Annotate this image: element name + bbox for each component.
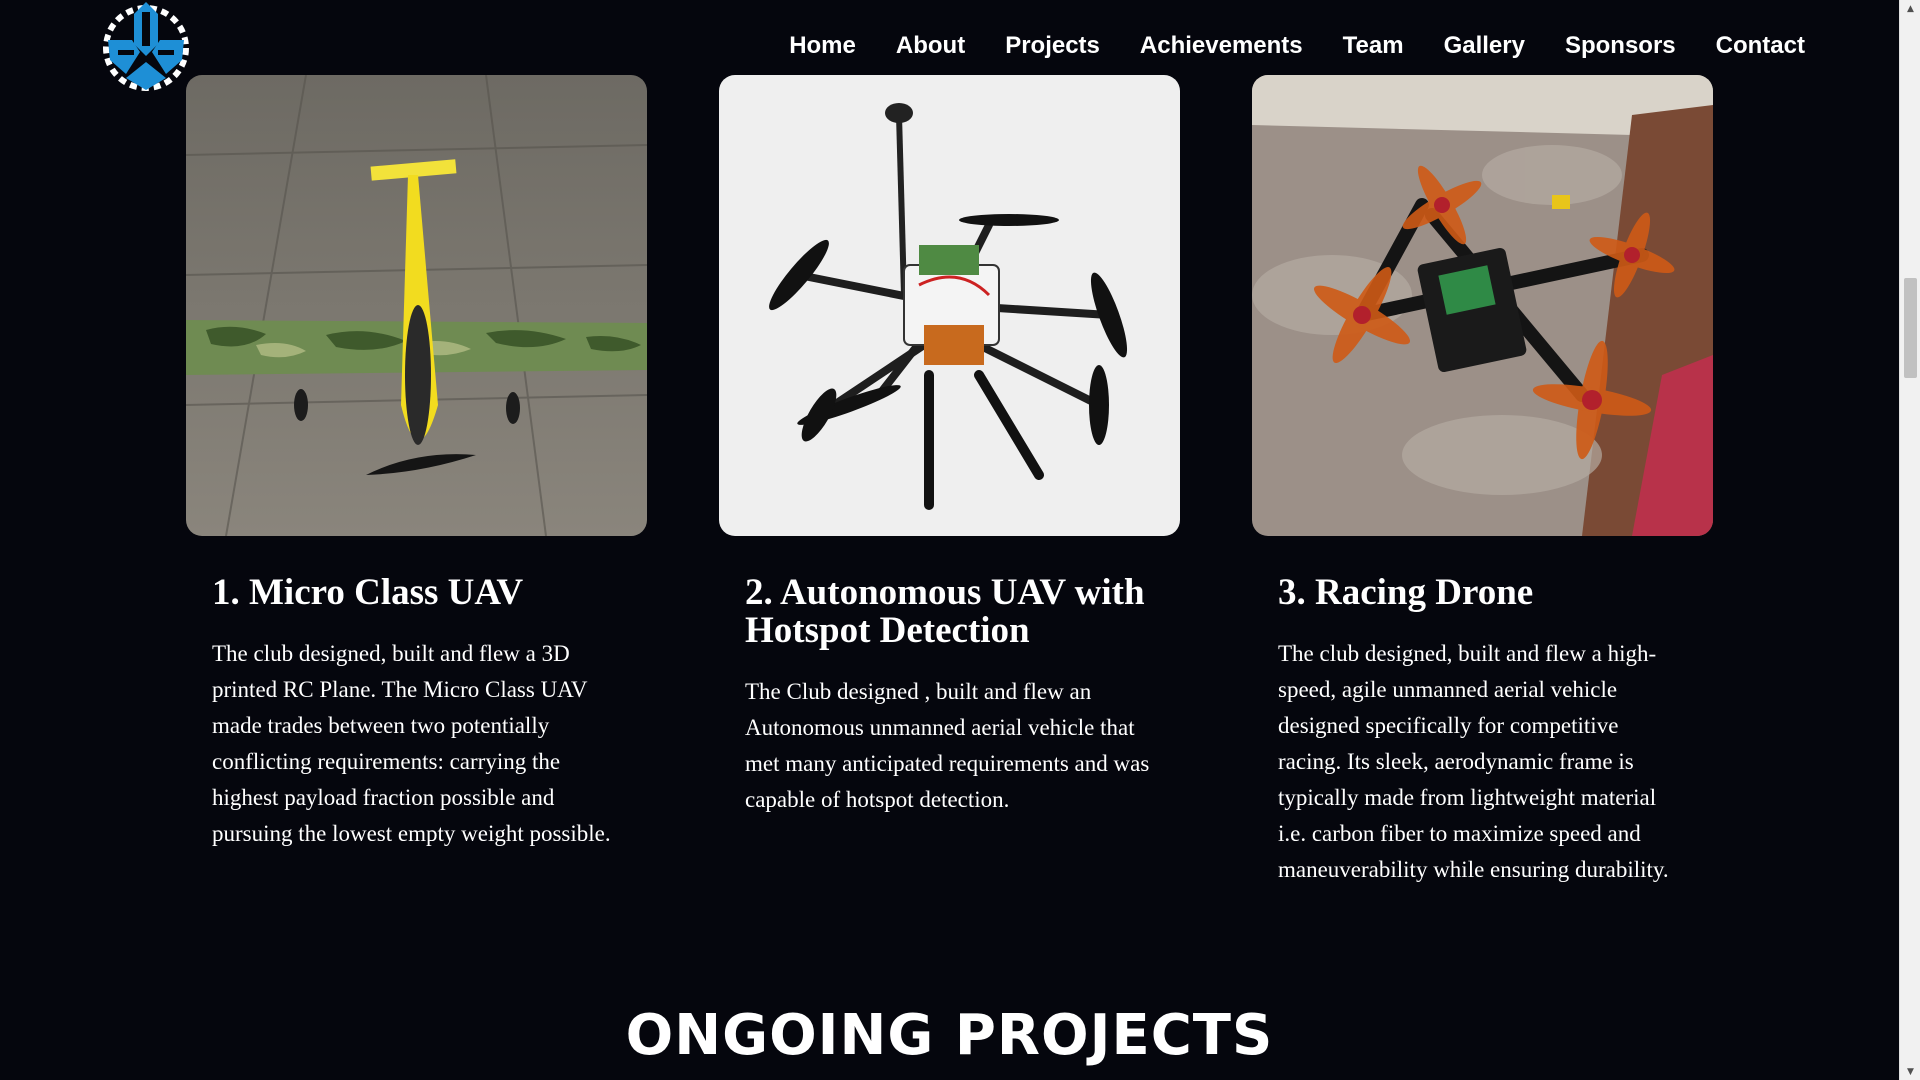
autonomous-uav-photo	[719, 75, 1180, 536]
project-card-body: 3. Racing Drone The club designed, built…	[1252, 536, 1713, 888]
project-description: The Club designed , built and flew an Au…	[745, 679, 1150, 812]
project-title: 3. Racing Drone	[1278, 572, 1534, 613]
nav-projects-link[interactable]: Projects	[1005, 32, 1100, 60]
project-card-body: 1. Micro Class UAV The club designed, bu…	[186, 536, 647, 852]
page-scrollbar[interactable]: ▲ ▼	[1899, 0, 1920, 1080]
project-card-racing-drone: 3. Racing Drone The club designed, built…	[1252, 75, 1713, 888]
scrollbar-thumb[interactable]	[1904, 278, 1917, 378]
nav-contact-link[interactable]: Contact	[1716, 32, 1805, 60]
nav-gallery-link[interactable]: Gallery	[1444, 32, 1525, 60]
scroll-up-arrow-icon[interactable]: ▲	[1900, 0, 1920, 17]
racing-drone-photo	[1252, 75, 1713, 536]
completed-projects-list: 1. Micro Class UAV The club designed, bu…	[186, 75, 1713, 888]
project-card-micro-class-uav: 1. Micro Class UAV The club designed, bu…	[186, 75, 647, 888]
micro-class-uav-photo	[186, 75, 647, 536]
project-title: 2. Autonomous UAV with Hotspot Detection	[745, 572, 1145, 651]
project-card-body: 2. Autonomous UAV with Hotspot Detection…	[719, 536, 1180, 818]
ongoing-projects-heading: ONGOING PROJECTS	[625, 1003, 1274, 1068]
project-description: The club designed, built and flew a high…	[1278, 641, 1669, 882]
project-description: The club designed, built and flew a 3D p…	[212, 641, 611, 846]
nav-sponsors-link[interactable]: Sponsors	[1565, 32, 1676, 60]
main-nav: Home About Projects Achievements Team Ga…	[789, 32, 1805, 60]
club-logo-icon[interactable]	[96, 0, 196, 94]
nav-team-link[interactable]: Team	[1343, 32, 1404, 60]
nav-about-link[interactable]: About	[896, 32, 965, 60]
nav-achievements-link[interactable]: Achievements	[1140, 32, 1303, 60]
project-card-autonomous-uav: 2. Autonomous UAV with Hotspot Detection…	[719, 75, 1180, 888]
project-title: 1. Micro Class UAV	[212, 572, 524, 613]
site-header: Home About Projects Achievements Team Ga…	[0, 0, 1899, 100]
nav-home-link[interactable]: Home	[789, 32, 856, 60]
scroll-down-arrow-icon[interactable]: ▼	[1900, 1063, 1920, 1080]
